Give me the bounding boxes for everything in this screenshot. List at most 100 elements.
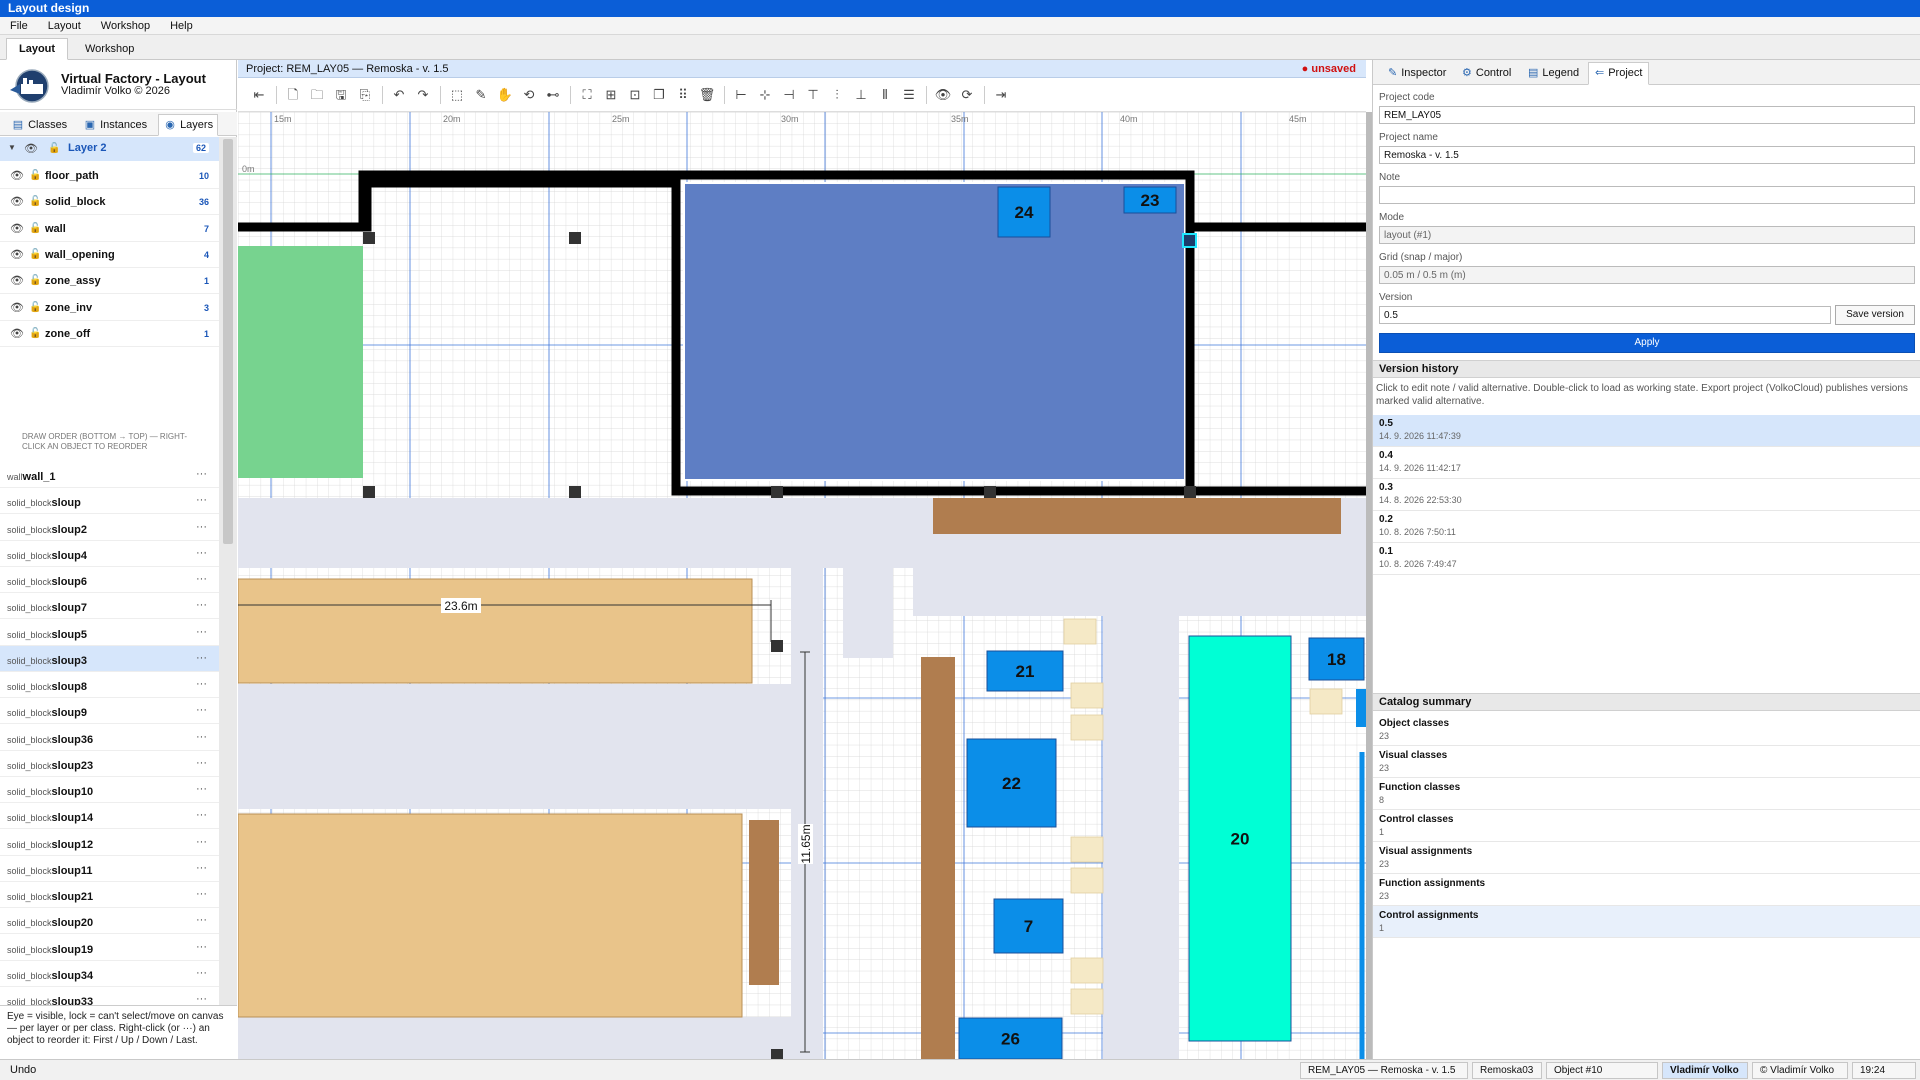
align-right-icon[interactable]: ⊣	[778, 84, 800, 106]
align-bottom-icon[interactable]: ⊥	[850, 84, 872, 106]
more-menu-icon[interactable]: ···	[196, 836, 207, 848]
lock-icon[interactable]: 🔓	[29, 169, 41, 183]
refresh-icon[interactable]: ⟳	[956, 84, 978, 106]
object-row[interactable]: solid_blocksloup34 ···	[0, 961, 219, 987]
object-row[interactable]: solid_blocksloup36 ···	[0, 725, 219, 751]
block-24[interactable]: 24	[997, 186, 1051, 238]
visibility-eye-icon[interactable]: 👁	[10, 274, 24, 288]
open-folder-icon[interactable]: 🗀	[306, 84, 328, 106]
left-scrollbar-thumb[interactable]	[223, 139, 233, 544]
block-26[interactable]: 26	[958, 1017, 1063, 1059]
delete-icon[interactable]: 🗑	[696, 84, 718, 106]
version-row[interactable]: 0.1 10. 8. 2026 7:49:47	[1373, 543, 1920, 575]
visibility-eye-icon[interactable]: 👁	[10, 169, 24, 183]
object-row[interactable]: solid_blocksloup10 ···	[0, 777, 219, 803]
version-row[interactable]: 0.4 14. 9. 2026 11:42:17	[1373, 447, 1920, 479]
more-menu-icon[interactable]: ···	[196, 626, 207, 638]
measure-icon[interactable]: ⊷	[542, 84, 564, 106]
pan-hand-icon[interactable]: ✋	[494, 84, 516, 106]
more-menu-icon[interactable]: ···	[196, 888, 207, 900]
visibility-eye-icon[interactable]: 👁	[10, 248, 24, 262]
export-icon[interactable]: ⎘	[354, 84, 376, 106]
tab-inspector[interactable]: ✎ Inspector	[1381, 62, 1453, 85]
more-menu-icon[interactable]: ···	[196, 521, 207, 533]
more-menu-icon[interactable]: ···	[196, 783, 207, 795]
version-input[interactable]	[1379, 306, 1831, 324]
more-menu-icon[interactable]: ···	[196, 494, 207, 506]
visibility-eye-icon[interactable]: 👁	[10, 301, 24, 315]
more-menu-icon[interactable]: ···	[196, 757, 207, 769]
rotate-icon[interactable]: ⟲	[518, 84, 540, 106]
version-row[interactable]: 0.3 14. 8. 2026 22:53:30	[1373, 479, 1920, 511]
object-row[interactable]: solid_blocksloup2 ···	[0, 515, 219, 541]
new-file-icon[interactable]: 🗋	[282, 84, 304, 106]
tab-legend[interactable]: ▤ Legend	[1521, 62, 1586, 85]
duplicate-icon[interactable]: ❐	[648, 84, 670, 106]
apply-button[interactable]: Apply	[1379, 333, 1915, 353]
layout-canvas[interactable]: 15m 20m 25m 30m 35m 40m 45m 0m 23.6m 11.…	[238, 112, 1366, 1059]
version-row[interactable]: 0.2 10. 8. 2026 7:50:11	[1373, 511, 1920, 543]
object-row[interactable]: solid_blocksloup20 ···	[0, 908, 219, 935]
tab-workshop[interactable]: Workshop	[72, 38, 147, 60]
preview-eye-icon[interactable]: 👁	[932, 84, 954, 106]
redo-icon[interactable]: ↷	[412, 84, 434, 106]
array-grid-icon[interactable]: ⠿	[672, 84, 694, 106]
block-21[interactable]: 21	[986, 650, 1064, 692]
class-row[interactable]: 👁 🔓 wall_opening 4	[0, 242, 219, 268]
undo-icon[interactable]: ↶	[388, 84, 410, 106]
project-code-input[interactable]	[1379, 106, 1915, 124]
menu-layout[interactable]: Layout	[38, 17, 91, 34]
object-row[interactable]: solid_blocksloup9 ···	[0, 698, 219, 725]
fit-view-icon[interactable]: ⛶	[576, 84, 598, 106]
version-row[interactable]: 0.5 14. 9. 2026 11:47:39	[1373, 415, 1920, 447]
more-menu-icon[interactable]: ···	[196, 993, 207, 1005]
layer-row[interactable]: ▼ 👁 🔓 Layer 2 62	[0, 137, 219, 161]
lock-icon[interactable]: 🔓	[29, 301, 41, 315]
save-version-button[interactable]: Save version	[1835, 305, 1915, 325]
lock-icon[interactable]: 🔓	[29, 195, 41, 209]
group-icon[interactable]: ⊡	[624, 84, 646, 106]
note-input[interactable]	[1379, 186, 1915, 204]
menu-help[interactable]: Help	[160, 17, 203, 34]
more-menu-icon[interactable]: ···	[196, 862, 207, 874]
tab-layers[interactable]: ◉ Layers	[158, 114, 218, 136]
tab-classes[interactable]: ▤ Classes	[6, 114, 74, 136]
object-row[interactable]: solid_blocksloup12 ···	[0, 830, 219, 856]
align-center-icon[interactable]: ⊹	[754, 84, 776, 106]
class-row[interactable]: 👁 🔓 zone_off 1	[0, 321, 219, 347]
more-menu-icon[interactable]: ···	[196, 678, 207, 690]
more-menu-icon[interactable]: ···	[196, 704, 207, 716]
more-menu-icon[interactable]: ···	[196, 914, 207, 926]
object-row[interactable]: solid_blocksloup8 ···	[0, 672, 219, 698]
block-20[interactable]: 20	[1188, 635, 1292, 1042]
more-menu-icon[interactable]: ···	[196, 547, 207, 559]
canvas-drawing[interactable]: 15m 20m 25m 30m 35m 40m 45m0m 23.6m11.65…	[238, 112, 1366, 1059]
block-22[interactable]: 22	[966, 738, 1057, 828]
object-row[interactable]: solid_blocksloup11 ···	[0, 856, 219, 882]
lock-icon[interactable]: 🔓	[48, 142, 60, 156]
more-menu-icon[interactable]: ···	[196, 468, 207, 480]
align-top-icon[interactable]: ⊤	[802, 84, 824, 106]
save-icon[interactable]: 🖫	[330, 84, 352, 106]
distribute-h-icon[interactable]: ⫴	[874, 84, 896, 106]
class-row[interactable]: 👁 🔓 solid_block 36	[0, 189, 219, 216]
lock-icon[interactable]: 🔓	[29, 327, 41, 341]
tab-instances[interactable]: ▣ Instances	[78, 114, 154, 136]
lock-icon[interactable]: 🔓	[29, 248, 41, 262]
more-menu-icon[interactable]: ···	[196, 967, 207, 979]
tab-project[interactable]: ⇐ Project	[1588, 62, 1650, 85]
lock-icon[interactable]: 🔓	[29, 222, 41, 236]
class-row[interactable]: 👁 🔓 zone_inv 3	[0, 295, 219, 321]
more-menu-icon[interactable]: ···	[196, 731, 207, 743]
visibility-eye-icon[interactable]: 👁	[10, 195, 24, 209]
menu-file[interactable]: File	[0, 17, 38, 34]
object-row[interactable]: solid_blocksloup ···	[0, 488, 219, 515]
class-row[interactable]: 👁 🔓 floor_path 10	[0, 163, 219, 189]
more-menu-icon[interactable]: ···	[196, 809, 207, 821]
object-row[interactable]: solid_blocksloup19 ···	[0, 935, 219, 961]
object-row[interactable]: solid_blocksloup21 ···	[0, 882, 219, 908]
collapse-left-icon[interactable]: ⇤	[248, 84, 270, 106]
object-row[interactable]: solid_blocksloup6 ···	[0, 567, 219, 593]
snap-icon[interactable]: ⊞	[600, 84, 622, 106]
block-7[interactable]: 7	[993, 898, 1064, 954]
